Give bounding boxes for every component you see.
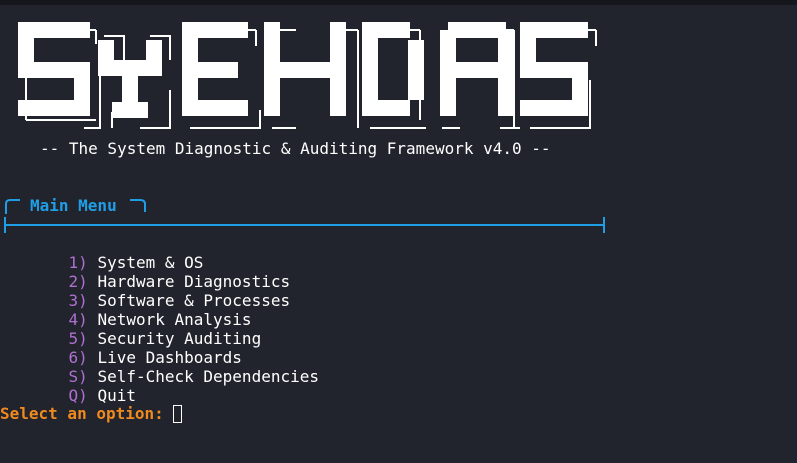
text-cursor[interactable]: [172, 405, 182, 423]
menu-item-label: Network Analysis: [97, 310, 252, 329]
menu-item-key: Q): [68, 386, 88, 405]
main-menu-list: 1) System & OS 2) Hardware Diagnostics 3…: [30, 234, 319, 405]
prompt-label: Select an option:: [0, 404, 164, 423]
option-prompt[interactable]: Select an option:: [0, 404, 182, 424]
menu-item-key: 1): [68, 253, 88, 272]
menu-item-label: Quit: [97, 386, 136, 405]
menu-item-label: Software & Processes: [97, 291, 291, 310]
menu-item-key: 5): [68, 329, 88, 348]
menu-item-label: Hardware Diagnostics: [97, 272, 291, 291]
ascii-art-logo: [18, 22, 597, 129]
menu-item-key: S): [68, 367, 88, 386]
menu-item-label: Security Auditing: [97, 329, 262, 348]
menu-item-system-os[interactable]: 1) System & OS: [30, 234, 319, 272]
menu-title: Main Menu: [30, 196, 117, 215]
menu-item-key: 2): [68, 272, 88, 291]
menu-item-label: Live Dashboards: [97, 348, 242, 367]
menu-item-label: Self-Check Dependencies: [97, 367, 319, 386]
menu-item-key: 3): [68, 291, 88, 310]
menu-item-label: System & OS: [97, 253, 204, 272]
app-subtitle: -- The System Diagnostic & Auditing Fram…: [40, 139, 551, 158]
menu-item-key: 6): [68, 348, 88, 367]
menu-item-key: 4): [68, 310, 88, 329]
